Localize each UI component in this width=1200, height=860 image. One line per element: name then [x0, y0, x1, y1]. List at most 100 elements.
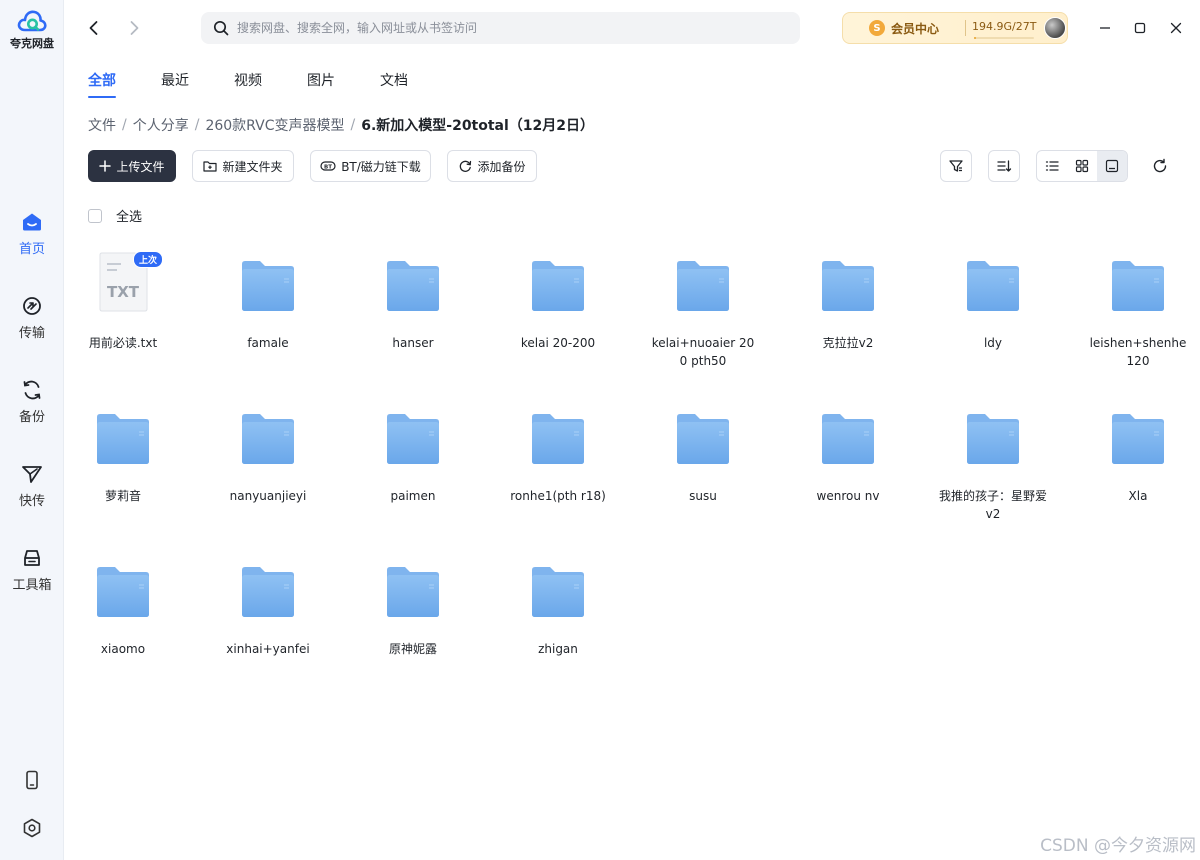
- maximize-button[interactable]: [1128, 16, 1152, 40]
- folder-item[interactable]: xinhai+yanfei: [210, 546, 326, 696]
- tab-document[interactable]: 文档: [380, 70, 408, 98]
- breadcrumb-item[interactable]: 260款RVC变声器模型: [205, 115, 344, 135]
- list-view-button[interactable]: [1037, 151, 1067, 181]
- chevron-right-icon: [130, 21, 139, 35]
- refresh-button[interactable]: [1148, 154, 1172, 178]
- folder-item[interactable]: hanser: [355, 240, 471, 390]
- file-name: leishen+shenhe 120: [1089, 336, 1187, 368]
- home-icon: [23, 213, 41, 231]
- magnet-icon: BT: [320, 161, 336, 171]
- plus-icon: [99, 160, 112, 172]
- tab-all[interactable]: 全部: [88, 70, 116, 98]
- storage-bar: [974, 37, 1035, 39]
- vip-divider: [965, 20, 967, 36]
- quick-send-icon: [22, 466, 42, 483]
- list-view-icon: [1045, 161, 1059, 171]
- folder-item[interactable]: paimen: [355, 393, 471, 543]
- search-input[interactable]: [237, 21, 777, 35]
- storage-text: 194.9G/27T: [972, 20, 1037, 33]
- folder-item[interactable]: wenrou nv: [790, 393, 906, 543]
- folder-item[interactable]: 我推的孩子：星野爱v2: [935, 393, 1051, 543]
- storage-bar-fill: [974, 37, 976, 39]
- bt-download-button[interactable]: BT BT/磁力链下载: [310, 150, 431, 182]
- file-name: nanyuanjieyi: [229, 489, 307, 503]
- sidebar-item-toolbox[interactable]: 工具箱: [0, 548, 64, 593]
- tab-image[interactable]: 图片: [307, 70, 335, 98]
- phone-button[interactable]: [0, 770, 64, 790]
- file-item[interactable]: TXT 上次用前必读.txt: [65, 240, 181, 390]
- sidebar-item-quick-send[interactable]: 快传: [0, 464, 64, 509]
- folder-item[interactable]: 萝莉音: [65, 393, 181, 543]
- file-thumbnail: TXT 上次: [65, 240, 181, 332]
- select-all[interactable]: 全选: [88, 206, 142, 225]
- breadcrumb: 文件 / 个人分享 / 260款RVC变声器模型 / 6.新加入模型-20tot…: [88, 115, 594, 135]
- search-bar[interactable]: [201, 12, 800, 44]
- file-name: kelai 20-200: [520, 336, 596, 350]
- breadcrumb-item[interactable]: 文件: [88, 115, 116, 135]
- transfer-icon: [23, 297, 41, 315]
- folder-icon: [532, 261, 584, 311]
- forward-button[interactable]: [122, 16, 146, 40]
- grid-view-icon: [1075, 159, 1089, 173]
- sort-icon: [997, 160, 1012, 172]
- folder-thumbnail: [210, 393, 326, 485]
- tab-video[interactable]: 视频: [234, 70, 262, 98]
- folder-icon: [532, 567, 584, 617]
- app-name: 夸克网盘: [10, 37, 54, 50]
- folder-icon: [387, 414, 439, 464]
- close-button[interactable]: [1164, 16, 1188, 40]
- folder-item[interactable]: zhigan: [500, 546, 616, 696]
- folder-item[interactable]: 原神妮露: [355, 546, 471, 696]
- vip-center[interactable]: S 会员中心 194.9G/27T: [842, 12, 1068, 44]
- tab-label: 最近: [161, 73, 189, 89]
- folder-item[interactable]: 克拉拉v2: [790, 240, 906, 390]
- folder-icon: [677, 261, 729, 311]
- folder-thumbnail: [645, 393, 761, 485]
- sidebar-item-transfer[interactable]: 传输: [0, 296, 64, 341]
- avatar[interactable]: [1044, 17, 1067, 39]
- folder-item[interactable]: leishen+shenhe 120: [1080, 240, 1196, 390]
- sidebar-item-backup[interactable]: 备份: [0, 380, 64, 425]
- thumbnail-view-button[interactable]: [1097, 151, 1127, 181]
- chevron-left-icon: [89, 21, 98, 35]
- minimize-button[interactable]: [1093, 16, 1117, 40]
- folder-item[interactable]: famale: [210, 240, 326, 390]
- folder-item[interactable]: nanyuanjieyi: [210, 393, 326, 543]
- folder-thumbnail: [210, 240, 326, 332]
- folder-item[interactable]: ronhe1(pth r18): [500, 393, 616, 543]
- add-backup-button[interactable]: 添加备份: [447, 150, 537, 182]
- file-name: 用前必读.txt: [88, 336, 158, 350]
- back-button[interactable]: [82, 16, 106, 40]
- sidebar-item-label: 传输: [18, 326, 45, 341]
- app-logo[interactable]: 夸克网盘: [0, 8, 64, 51]
- breadcrumb-current: 6.新加入模型-20total（12月2日）: [361, 118, 595, 134]
- svg-text:TXT: TXT: [107, 283, 140, 301]
- sidebar-item-label: 首页: [18, 242, 45, 257]
- file-name: zhigan: [538, 642, 578, 656]
- vip-center-label: 会员中心: [891, 21, 940, 36]
- folder-item[interactable]: ldy: [935, 240, 1051, 390]
- folder-thumbnail: [790, 393, 906, 485]
- folder-item[interactable]: Xla: [1080, 393, 1196, 543]
- folder-item[interactable]: xiaomo: [65, 546, 181, 696]
- folder-thumbnail: [935, 240, 1051, 332]
- folder-thumbnail: [500, 240, 616, 332]
- breadcrumb-item[interactable]: 个人分享: [133, 115, 189, 135]
- folder-item[interactable]: kelai 20-200: [500, 240, 616, 390]
- sidebar-item-home[interactable]: 首页: [0, 212, 64, 257]
- sort-button[interactable]: [988, 150, 1020, 182]
- folder-thumbnail: [355, 546, 471, 638]
- folder-item[interactable]: kelai+nuoaier 200 pth50: [645, 240, 761, 390]
- new-folder-label: 新建文件夹: [222, 159, 283, 174]
- tab-recent[interactable]: 最近: [161, 70, 189, 98]
- folder-icon: [242, 261, 294, 311]
- filter-button[interactable]: [940, 150, 972, 182]
- settings-button[interactable]: [0, 818, 64, 838]
- grid-view-button[interactable]: [1067, 151, 1097, 181]
- select-all-checkbox[interactable]: [88, 208, 102, 223]
- phone-icon: [26, 770, 38, 790]
- bt-download-label: BT/磁力链下载: [341, 159, 421, 174]
- folder-item[interactable]: susu: [645, 393, 761, 543]
- upload-button[interactable]: 上传文件: [88, 150, 176, 182]
- new-folder-button[interactable]: 新建文件夹: [192, 150, 294, 182]
